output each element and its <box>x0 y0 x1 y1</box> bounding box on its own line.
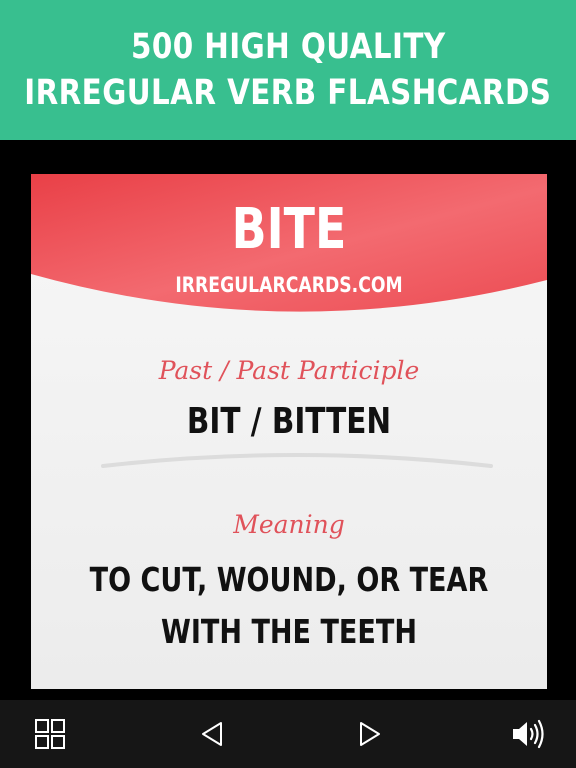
grid-button[interactable] <box>22 700 78 768</box>
past-participle-value: BIT / BITTEN <box>186 401 392 442</box>
next-button[interactable] <box>342 700 398 768</box>
meaning-line-2: WITH THE TEETH <box>161 612 417 651</box>
sound-button[interactable] <box>500 700 556 768</box>
next-icon <box>360 722 380 746</box>
meaning-line-1: TO CUT, WOUND, OR TEAR <box>89 560 489 599</box>
previous-button[interactable] <box>184 700 240 768</box>
speaker-icon <box>513 719 544 749</box>
banner-title-line-2: IRREGULAR VERB FLASHCARDS <box>24 73 552 113</box>
bottom-toolbar <box>0 700 576 768</box>
promo-banner: 500 HIGH QUALITY IRREGULAR VERB FLASHCAR… <box>0 0 576 140</box>
site-label: IRREGULARCARDS.COM <box>175 273 403 297</box>
flashcard[interactable]: BITE IRREGULARCARDS.COM Past / Past Part… <box>31 174 547 689</box>
meaning-value: TO CUT, WOUND, OR TEAR WITH THE TEETH <box>77 554 500 658</box>
past-participle-label: Past / Past Participle <box>158 356 420 385</box>
card-stage: BITE IRREGULARCARDS.COM Past / Past Part… <box>0 140 576 700</box>
divider <box>101 453 493 468</box>
previous-icon <box>202 722 222 746</box>
banner-title-line-1: 500 HIGH QUALITY <box>130 27 446 67</box>
grid-icon <box>35 719 65 749</box>
verb-title: BITE <box>231 197 347 262</box>
meaning-label: Meaning <box>233 510 345 539</box>
